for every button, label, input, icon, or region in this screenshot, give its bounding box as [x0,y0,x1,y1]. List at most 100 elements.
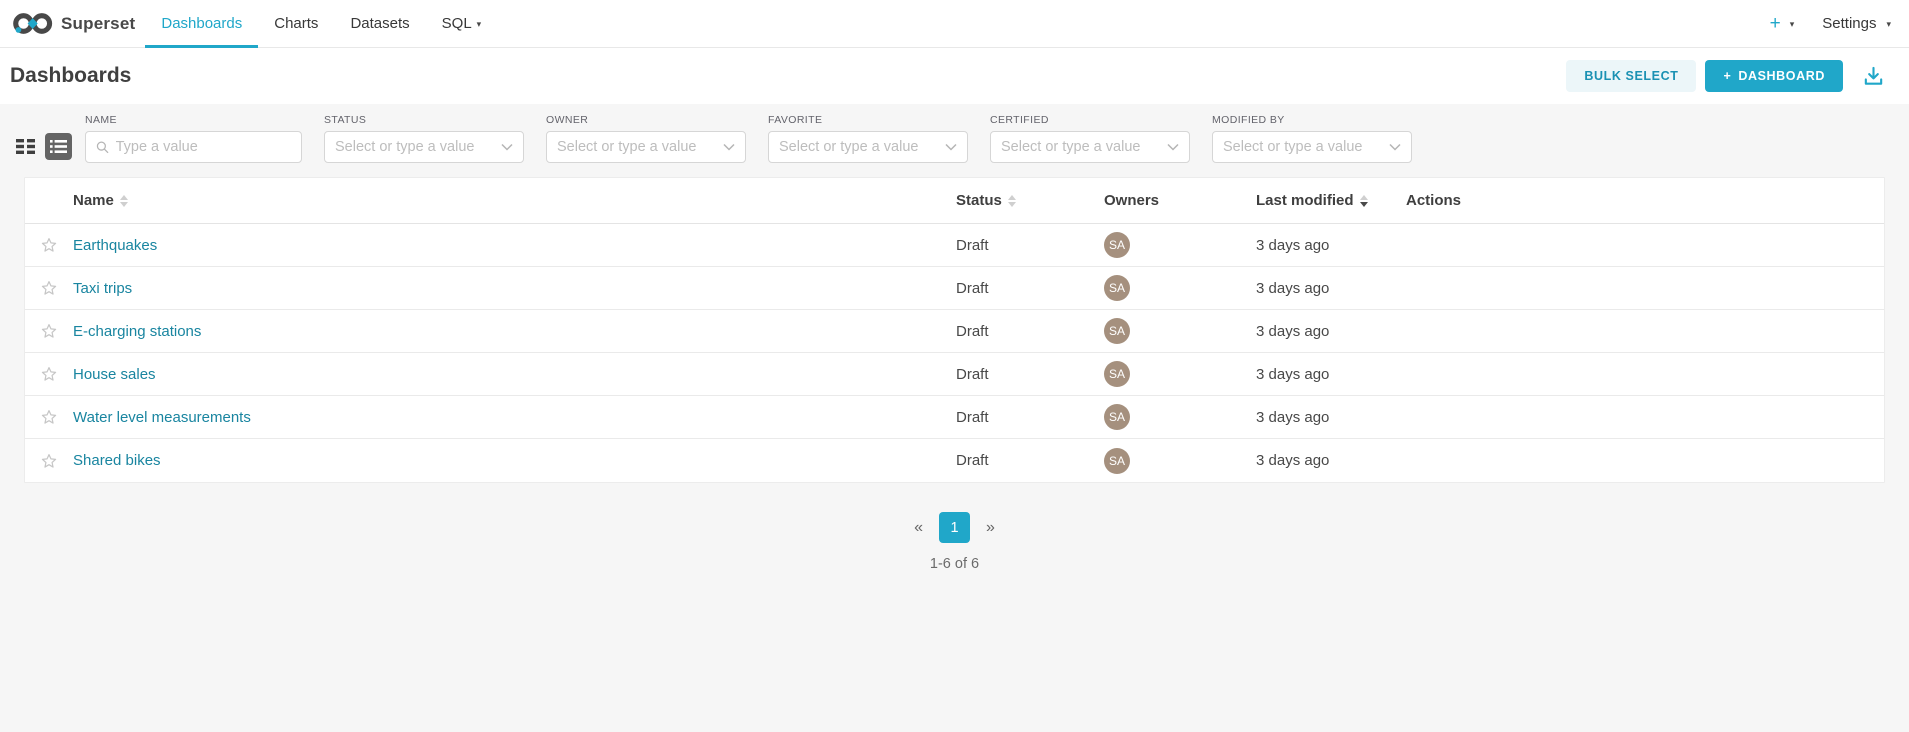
navbar: Superset Dashboards Charts Datasets SQL … [0,0,1909,48]
certified-filter-select[interactable]: Select or type a value [990,131,1190,163]
settings-menu-button[interactable]: Settings ▾ [1822,15,1891,32]
pagination-prev-button[interactable]: « [908,519,929,537]
status-cell: Draft [956,366,1104,383]
nav-menu: Dashboards Charts Datasets SQL ▾ [145,0,497,48]
table-row: Shared bikes Draft SA 3 days ago [25,439,1884,482]
star-icon [40,279,58,297]
chevron-down-icon: ▾ [1886,19,1891,30]
table-header-row: Name Status Owners Last modified Actions [25,178,1884,224]
table-row: E-charging stations Draft SA 3 days ago [25,310,1884,353]
column-header-name[interactable]: Name [73,192,956,209]
star-icon [40,452,58,470]
nav-item-sql[interactable]: SQL ▾ [426,0,498,48]
star-icon [40,236,58,254]
column-header-last-modified[interactable]: Last modified [1256,192,1406,209]
new-item-menu-button[interactable]: + ▾ [1770,14,1795,33]
superset-logo[interactable]: Superset [12,10,135,37]
favorite-star-button[interactable] [25,365,73,383]
status-cell: Draft [956,237,1104,254]
filter-certified: CERTIFIED Select or type a value [990,114,1190,163]
last-modified-cell: 3 days ago [1256,452,1406,469]
last-modified-cell: 3 days ago [1256,366,1406,383]
dashboard-link[interactable]: E-charging stations [73,323,201,340]
owner-avatar[interactable]: SA [1104,361,1130,387]
chevron-down-icon [945,143,957,151]
owner-avatar[interactable]: SA [1104,404,1130,430]
filter-status: STATUS Select or type a value [324,114,524,163]
status-filter-select[interactable]: Select or type a value [324,131,524,163]
page-header: Dashboards BULK SELECT + DASHBOARD [0,48,1909,104]
name-filter-box [85,131,302,163]
status-cell: Draft [956,409,1104,426]
view-mode-toggles [12,133,72,160]
card-view-toggle[interactable] [12,133,39,160]
dashboard-link[interactable]: House sales [73,366,156,383]
column-header-status[interactable]: Status [956,192,1104,209]
dashboard-link[interactable]: Taxi trips [73,280,132,297]
navbar-right: + ▾ Settings ▾ [1770,14,1891,33]
page-title: Dashboards [10,64,131,88]
chevron-down-icon: ▾ [1790,19,1795,30]
dashboard-link[interactable]: Shared bikes [73,452,161,469]
chevron-down-icon [501,143,513,151]
column-header-owners: Owners [1104,192,1256,209]
list-view-icon [50,139,67,154]
nav-item-datasets[interactable]: Datasets [334,0,425,48]
new-dashboard-button[interactable]: + DASHBOARD [1705,60,1843,92]
table-row: Taxi trips Draft SA 3 days ago [25,267,1884,310]
nav-item-dashboards[interactable]: Dashboards [145,0,258,48]
dashboard-link[interactable]: Water level measurements [73,409,251,426]
chevron-down-icon [723,143,735,151]
chevron-down-icon: ▾ [477,19,482,30]
content-area: NAME STATUS Select or type a value OWNER [0,104,1909,732]
brand-name: Superset [61,14,135,34]
filter-name: NAME [85,114,302,163]
owner-filter-select[interactable]: Select or type a value [546,131,746,163]
status-cell: Draft [956,280,1104,297]
chevron-down-icon [1389,143,1401,151]
chevron-down-icon [1167,143,1179,151]
last-modified-cell: 3 days ago [1256,323,1406,340]
star-icon [40,365,58,383]
bulk-select-button[interactable]: BULK SELECT [1566,60,1696,92]
card-view-icon [15,137,36,156]
favorite-star-button[interactable] [25,322,73,340]
status-cell: Draft [956,323,1104,340]
download-icon [1862,65,1885,88]
filter-bar: NAME STATUS Select or type a value OWNER [0,114,1909,163]
pagination-next-button[interactable]: » [980,519,1001,537]
status-cell: Draft [956,452,1104,469]
favorite-star-button[interactable] [25,236,73,254]
last-modified-cell: 3 days ago [1256,280,1406,297]
star-icon [40,322,58,340]
column-header-actions: Actions [1406,192,1884,209]
filter-favorite: FAVORITE Select or type a value [768,114,968,163]
import-dashboards-button[interactable] [1862,65,1885,88]
dashboards-table: Name Status Owners Last modified Actions [24,177,1885,483]
modified-by-filter-select[interactable]: Select or type a value [1212,131,1412,163]
nav-item-charts[interactable]: Charts [258,0,334,48]
search-icon [96,140,109,154]
sort-icon [120,195,128,207]
owner-avatar[interactable]: SA [1104,232,1130,258]
owner-avatar[interactable]: SA [1104,318,1130,344]
last-modified-cell: 3 days ago [1256,237,1406,254]
star-icon [40,408,58,426]
name-filter-input[interactable] [116,139,291,155]
pagination-summary: 1-6 of 6 [0,556,1909,572]
filter-owner: OWNER Select or type a value [546,114,746,163]
pagination-page-1[interactable]: 1 [939,512,970,543]
favorite-filter-select[interactable]: Select or type a value [768,131,968,163]
filter-modified-by: MODIFIED BY Select or type a value [1212,114,1412,163]
owner-avatar[interactable]: SA [1104,448,1130,474]
plus-icon: + [1723,69,1731,83]
list-view-toggle[interactable] [45,133,72,160]
pagination: « 1 » [0,512,1909,543]
dashboard-link[interactable]: Earthquakes [73,237,157,254]
sort-icon [1008,195,1016,207]
last-modified-cell: 3 days ago [1256,409,1406,426]
favorite-star-button[interactable] [25,408,73,426]
favorite-star-button[interactable] [25,279,73,297]
favorite-star-button[interactable] [25,452,73,470]
owner-avatar[interactable]: SA [1104,275,1130,301]
